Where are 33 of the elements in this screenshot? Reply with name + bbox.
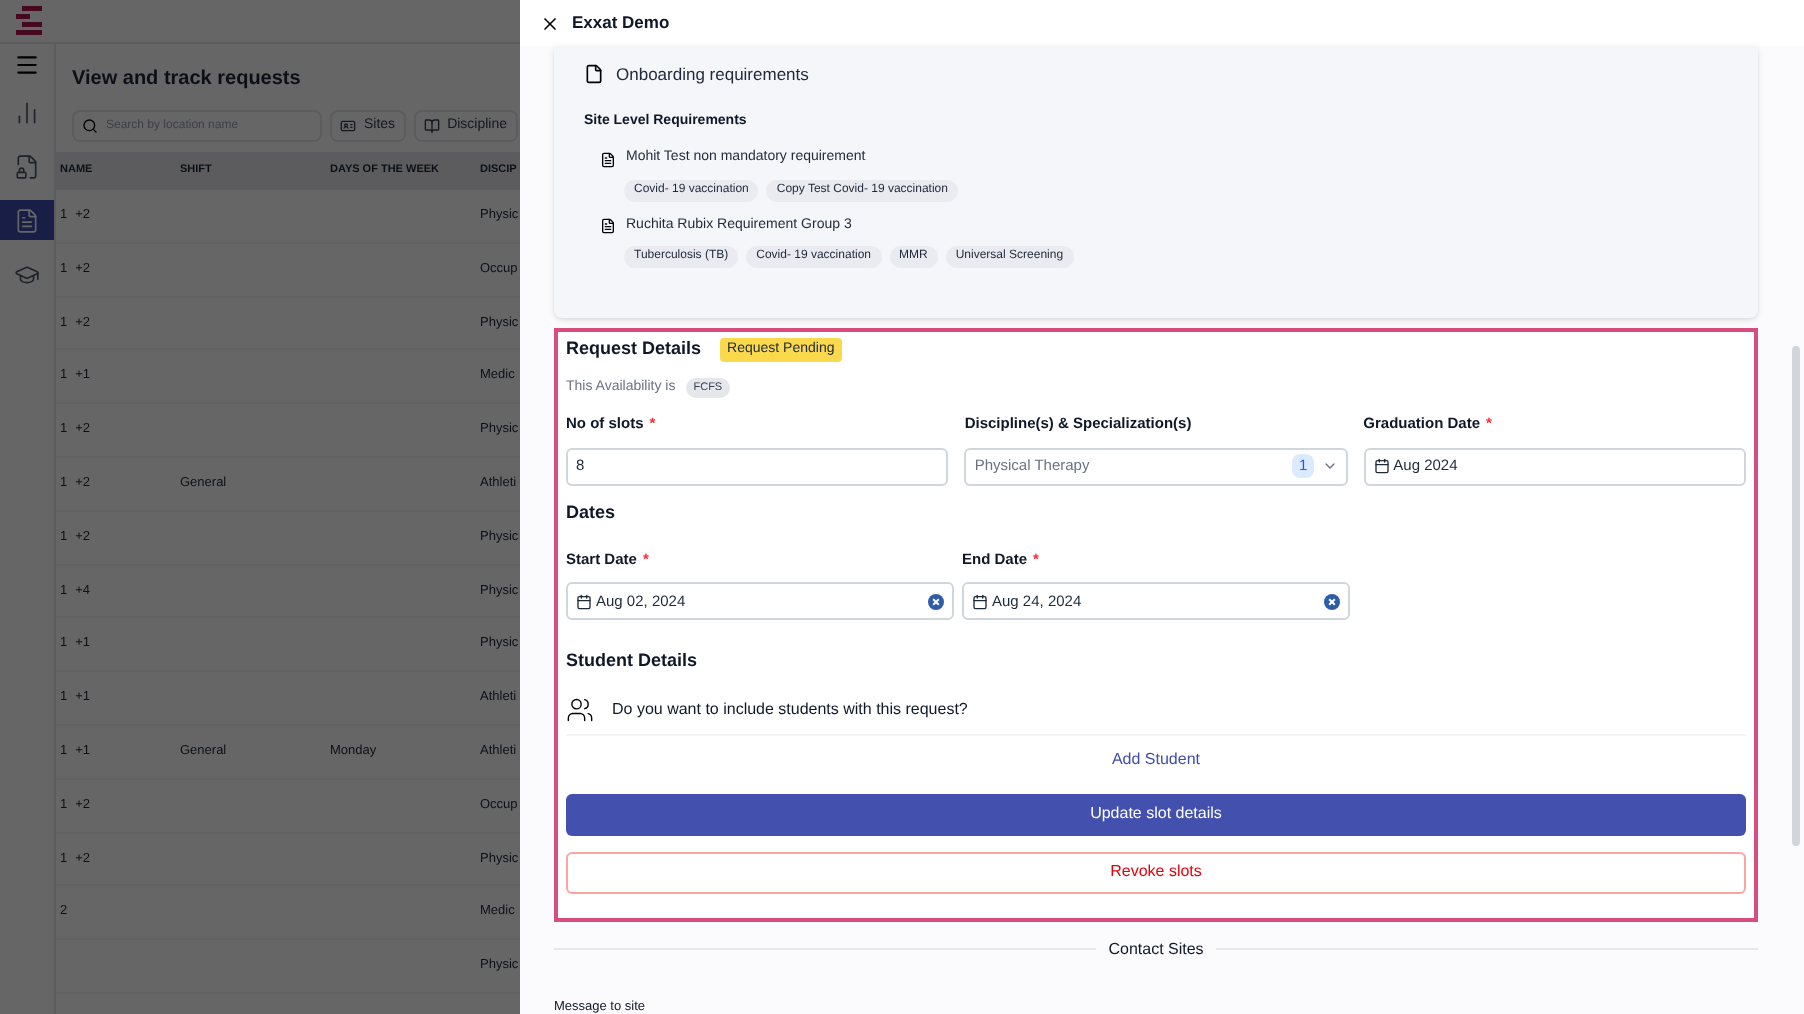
document-icon — [584, 64, 604, 85]
drawer-title: Exxat Demo — [572, 10, 670, 36]
nav-item[interactable] — [0, 200, 54, 240]
document-icon — [14, 153, 40, 179]
graduation-cap-icon — [14, 261, 40, 287]
book-icon — [423, 118, 440, 134]
question-text: Do you want to include students with this request? — [612, 697, 968, 722]
document-icon — [14, 207, 40, 233]
revoke-button[interactable]: Revoke slots — [566, 851, 1746, 894]
person-icon — [566, 695, 594, 724]
page-title: View and track requests — [70, 66, 303, 94]
menu-icon[interactable] — [14, 52, 40, 78]
clear-icon[interactable] — [928, 593, 944, 610]
bar-chart-icon — [14, 99, 40, 125]
chevron-down-icon — [1321, 458, 1338, 474]
calendar-icon — [576, 593, 592, 610]
calendar-icon — [1373, 458, 1390, 474]
update-button[interactable]: Update slot details — [566, 793, 1746, 836]
document-icon — [600, 218, 616, 234]
logo-icon — [16, 6, 44, 36]
close-icon[interactable] — [540, 13, 560, 33]
add-student-link[interactable]: Add Student — [1111, 747, 1201, 772]
section-title: Request Details — [566, 336, 702, 363]
scrollbar-thumb[interactable] — [1792, 346, 1800, 846]
section-title: Onboarding requirements — [616, 62, 809, 88]
section-title: Contact Sites — [1108, 937, 1204, 962]
section-title: Dates — [566, 499, 618, 525]
document-icon — [600, 151, 616, 167]
card-icon — [340, 118, 356, 134]
clear-icon[interactable] — [1324, 593, 1340, 610]
calendar-icon — [972, 593, 988, 610]
search-icon — [82, 118, 98, 134]
section-title: Student Details — [566, 648, 700, 675]
